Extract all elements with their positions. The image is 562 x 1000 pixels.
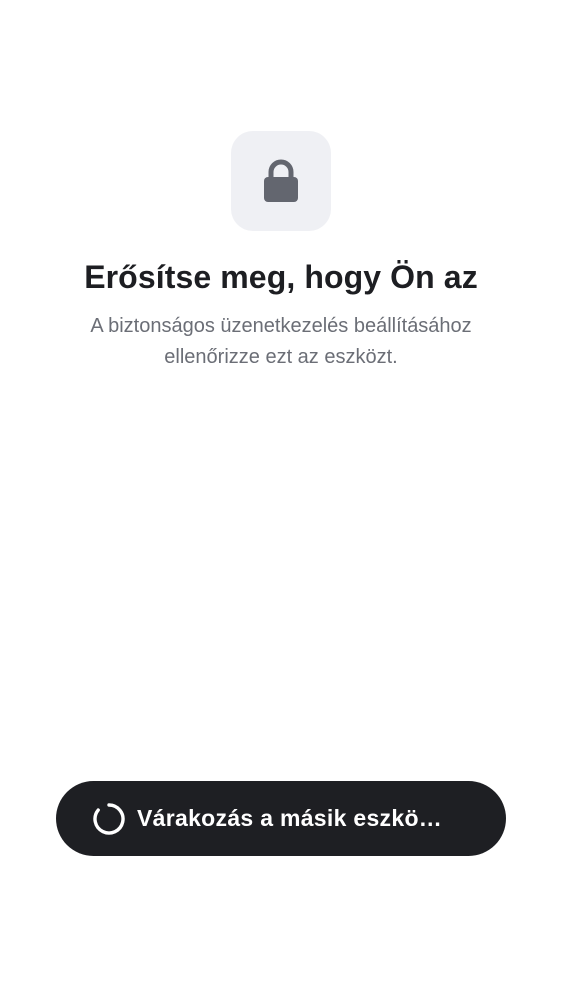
waiting-button-label: Várakozás a másik eszkö… (137, 805, 443, 831)
spinner-icon (92, 802, 126, 836)
page-title: Erősítse meg, hogy Ön az (84, 259, 478, 295)
lock-icon-tile (231, 131, 331, 231)
page-subtitle: A biztonságos üzenetkezelés beállításáho… (90, 315, 472, 368)
lock-icon (264, 159, 298, 202)
waiting-button[interactable]: Várakozás a másik eszkö… (56, 781, 506, 856)
